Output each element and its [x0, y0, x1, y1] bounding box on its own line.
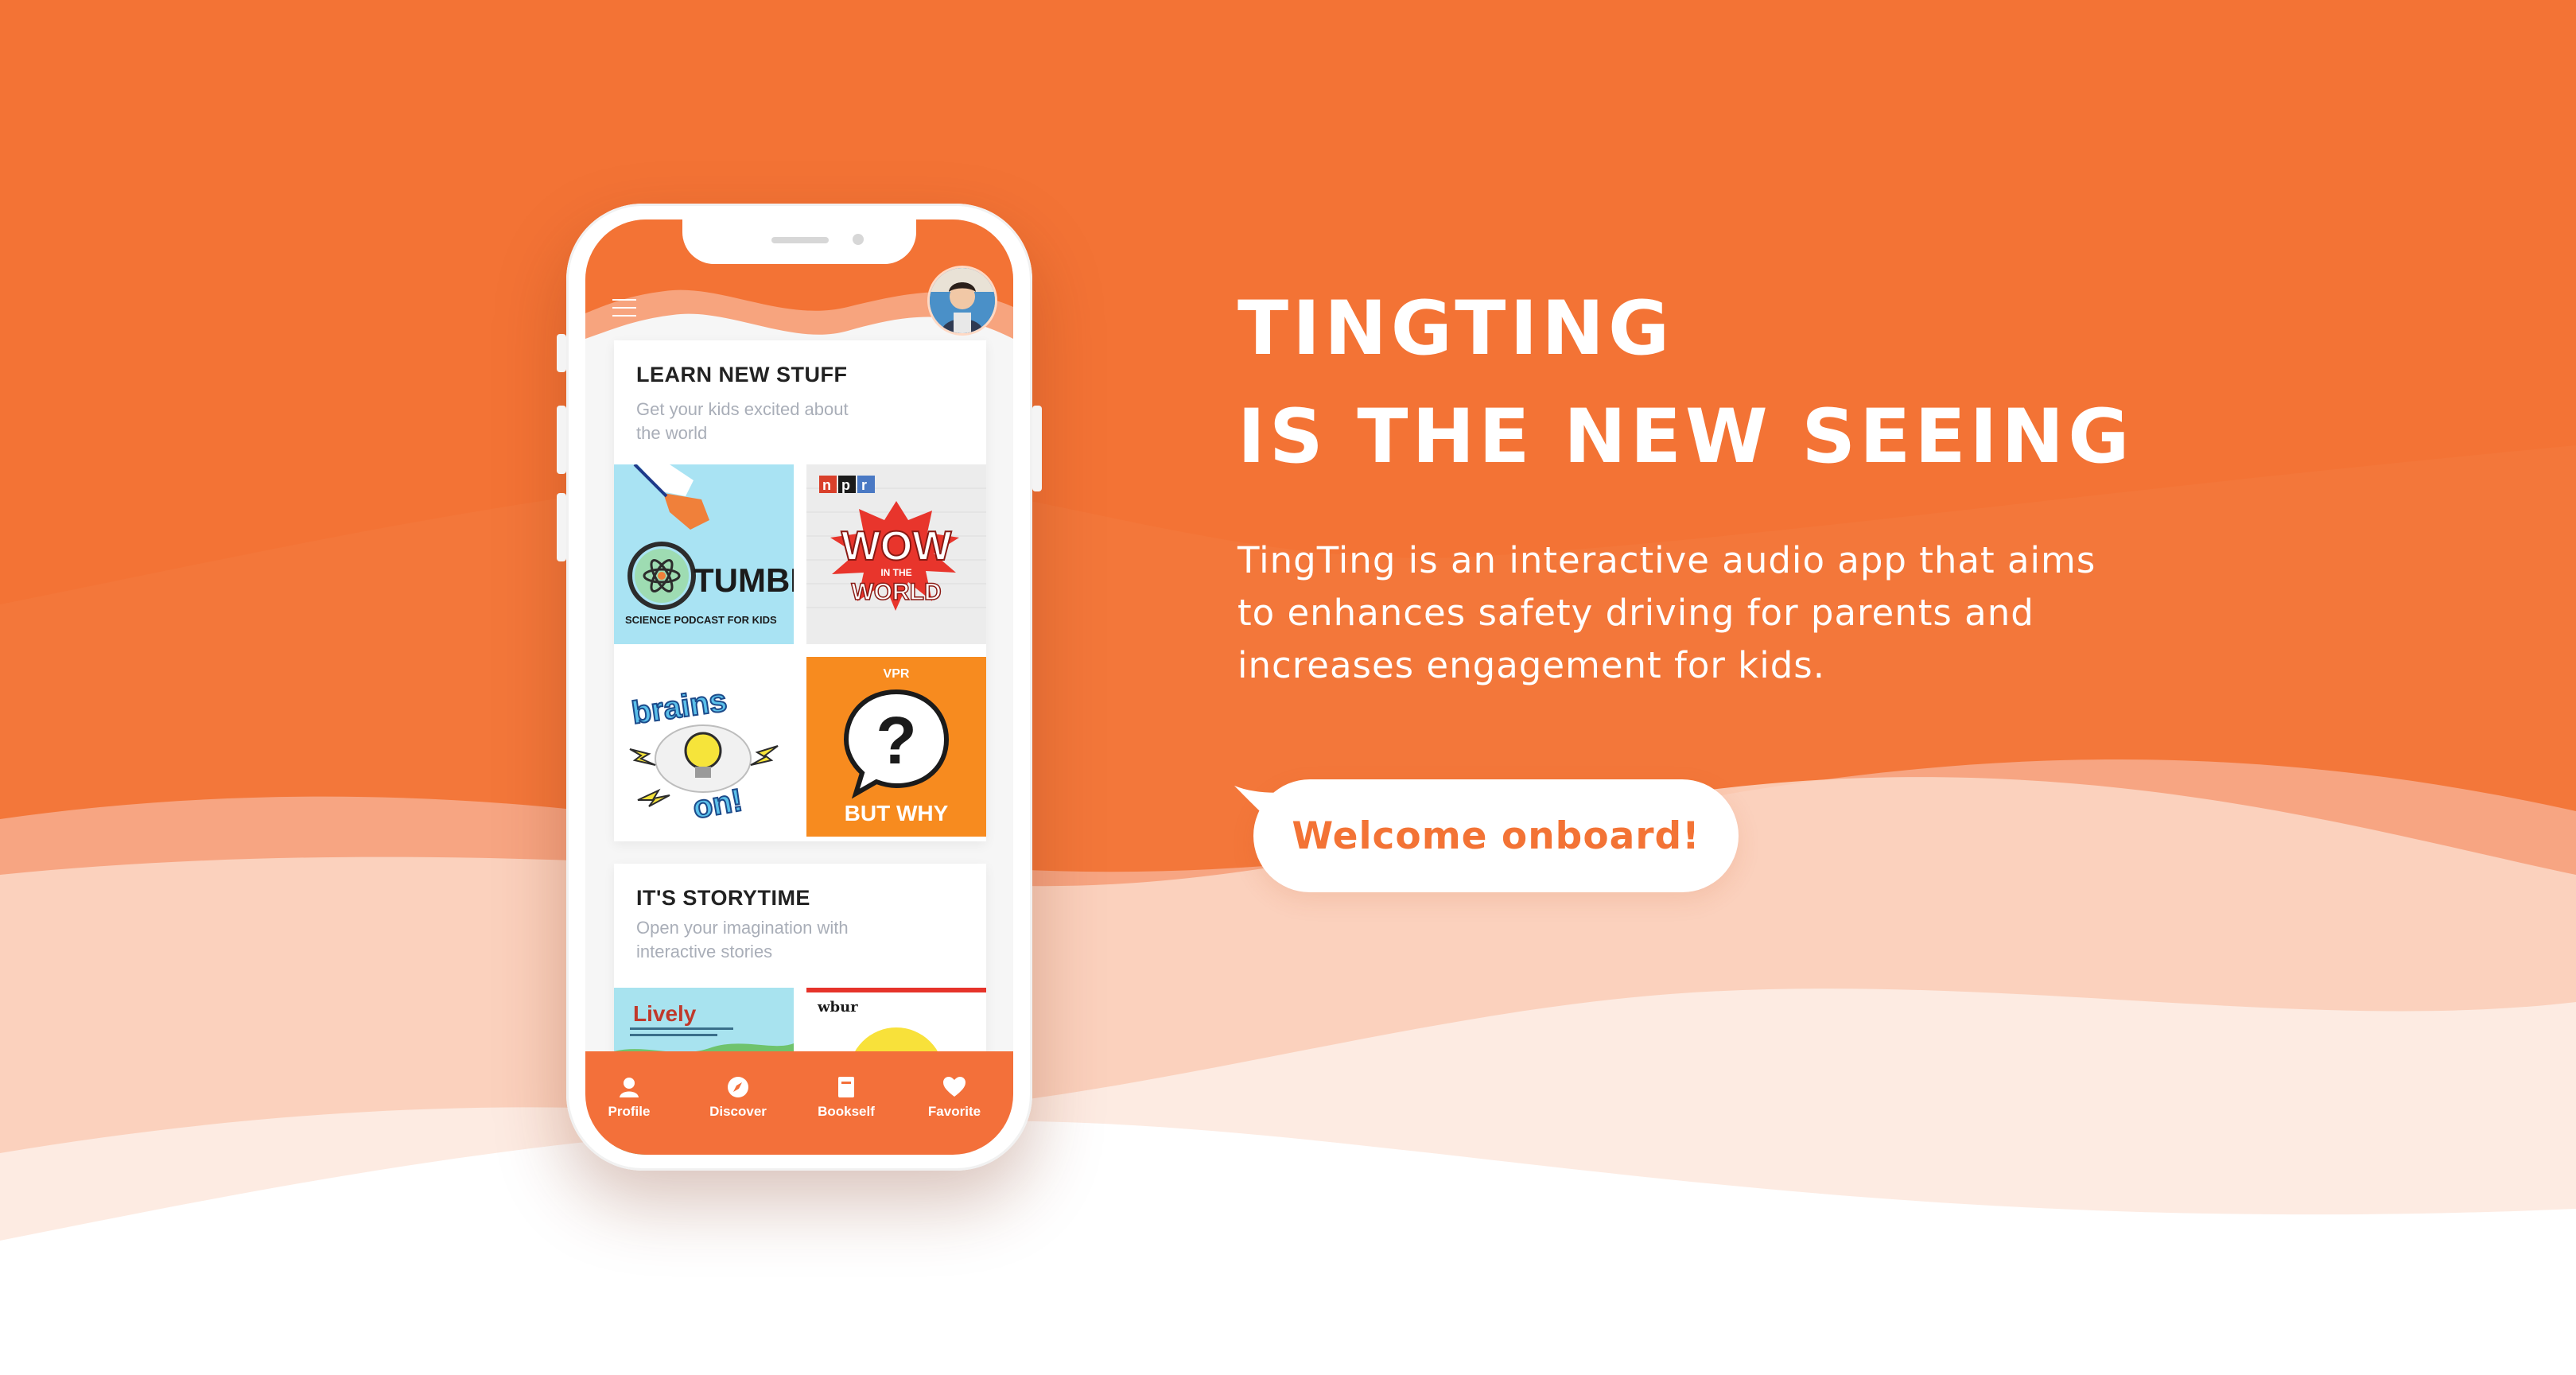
phone-notch [682, 219, 916, 264]
headline-line-1: TINGTING [1237, 285, 1674, 372]
heart-icon [943, 1077, 966, 1097]
tab-bookself[interactable]: Bookself [798, 1075, 894, 1120]
section-subtitle: Open your imagination with interactive s… [636, 918, 849, 961]
tab-favorite[interactable]: Favorite [907, 1075, 1002, 1120]
tumble-podcast-tile[interactable]: TUMBLE SCIENCE PODCAST FOR KIDS [614, 464, 794, 644]
tab-label: Discover [709, 1104, 767, 1119]
wow-in-the-world-tile[interactable]: n p r WOW IN THE WORLD [806, 464, 986, 644]
world-logo-text: WORLD [851, 579, 941, 605]
profile-icon [620, 1078, 639, 1097]
learn-new-stuff-card[interactable]: LEARN NEW STUFF Get your kids excited ab… [614, 340, 986, 841]
tumble-logo-text: TUMBLE [694, 561, 794, 599]
book-icon [838, 1077, 854, 1097]
wow-logo-text: WOW [841, 523, 953, 569]
lively-logo-text: Lively [633, 1001, 697, 1026]
phone-power-button [1032, 406, 1042, 491]
section-subtitle: Get your kids excited about the world [636, 399, 849, 443]
tab-label: Profile [608, 1104, 651, 1119]
welcome-onboard-label: Welcome onboard! [1292, 814, 1700, 858]
compass-icon [728, 1077, 748, 1097]
but-why-tile[interactable]: VPR ? BUT WHY [806, 657, 986, 837]
phone-volume-up [557, 406, 566, 474]
in-the-text: IN THE [880, 567, 911, 578]
tab-discover[interactable]: Discover [690, 1075, 786, 1120]
phone-volume-down [557, 493, 566, 561]
vpr-brand: VPR [884, 667, 910, 681]
hero-description: TingTing is an interactive audio app tha… [1237, 539, 2096, 686]
section-title: IT'S STORYTIME [636, 886, 810, 910]
question-mark-glyph: ? [876, 703, 916, 778]
front-camera [853, 234, 864, 245]
svg-text:r: r [861, 477, 867, 493]
brains-on-tile[interactable]: brains on! [614, 657, 794, 837]
headline-line-2: IS THE NEW SEEING [1237, 394, 2134, 480]
svg-text:n: n [822, 477, 831, 493]
tab-label: Favorite [927, 1104, 981, 1119]
wbur-brand: wbur [817, 999, 858, 1016]
hero-headline: TINGTING IS THE NEW SEEING [1237, 275, 2133, 491]
speaker-grille [771, 237, 829, 243]
speech-bubble-tail [1234, 786, 1290, 833]
tumble-sub-label: SCIENCE PODCAST FOR KIDS [625, 614, 777, 626]
tab-label: Bookself [818, 1104, 875, 1119]
hamburger-menu-icon[interactable] [612, 299, 636, 318]
phone-side-button [557, 334, 566, 372]
welcome-onboard-button[interactable]: Welcome onboard! [1234, 779, 1739, 892]
bottom-tab-bar: Profile Discover Bookself Favorite [585, 1051, 1013, 1155]
svg-text:p: p [841, 477, 850, 493]
tab-profile[interactable]: Profile [585, 1075, 677, 1120]
app-screen: LEARN NEW STUFF Get your kids excited ab… [585, 219, 1013, 1155]
user-avatar[interactable] [927, 266, 997, 336]
but-why-logo-text: BUT WHY [845, 801, 949, 825]
section-title: LEARN NEW STUFF [636, 363, 848, 386]
phone-mockup: LEARN NEW STUFF Get your kids excited ab… [557, 204, 1042, 1171]
